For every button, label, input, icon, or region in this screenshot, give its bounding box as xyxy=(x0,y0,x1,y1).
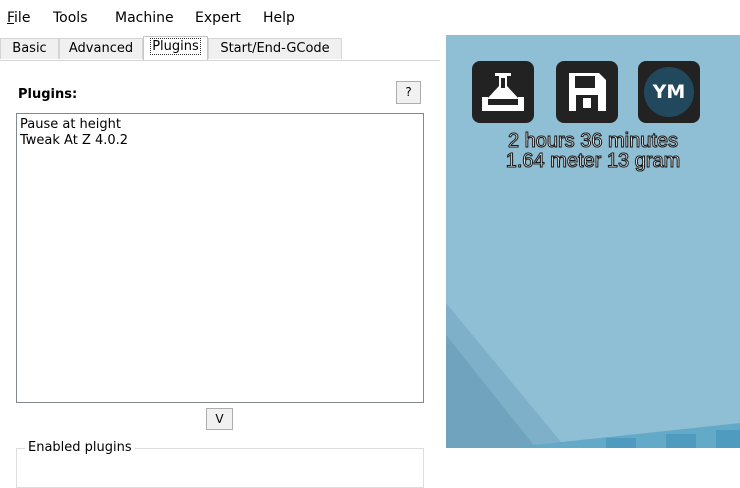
tab-basic[interactable]: Basic xyxy=(0,38,59,59)
menu-expert[interactable]: Expert xyxy=(195,9,241,27)
settings-tabbar: Basic Advanced Plugins Start/End-GCode xyxy=(0,35,446,60)
tab-start-end-gcode[interactable]: Start/End-GCode xyxy=(208,38,342,59)
menu-expert-label: Expert xyxy=(195,10,241,26)
menu-help-label: Help xyxy=(263,10,295,26)
load-model-button[interactable] xyxy=(472,61,534,123)
print-material-text: 1.64 meter 13 gram xyxy=(505,150,681,172)
youmagine-icon: YM xyxy=(644,67,694,117)
plugin-list-item[interactable]: Tweak At Z 4.0.2 xyxy=(20,133,420,149)
tab-start-end-gcode-label: Start/End-GCode xyxy=(220,41,330,56)
plugins-help-button[interactable]: ? xyxy=(396,81,421,104)
save-gcode-button[interactable] xyxy=(556,61,618,123)
tab-plugins[interactable]: Plugins xyxy=(143,36,208,60)
menu-tools[interactable]: Tools xyxy=(53,9,88,27)
load-model-icon xyxy=(482,73,524,111)
menu-bar: File Tools Machine Expert Help xyxy=(0,0,740,35)
tab-plugins-label: Plugins xyxy=(150,38,201,55)
enabled-plugins-group: Enabled plugins xyxy=(16,440,424,488)
youmagine-button[interactable]: YM xyxy=(638,61,700,123)
save-floppy-icon xyxy=(569,73,606,111)
print-time-text: 2 hours 36 minutes xyxy=(507,130,679,152)
menu-tools-label: Tools xyxy=(53,10,88,26)
menu-machine[interactable]: Machine xyxy=(115,9,174,27)
menu-machine-label: Machine xyxy=(115,10,174,26)
tab-basic-label: Basic xyxy=(12,41,47,56)
menu-file-label: ile xyxy=(14,10,31,26)
menu-help[interactable]: Help xyxy=(263,9,295,27)
add-plugin-button[interactable]: V xyxy=(206,408,233,430)
tab-advanced[interactable]: Advanced xyxy=(59,38,143,59)
plugins-title: Plugins: xyxy=(18,87,78,102)
tab-advanced-label: Advanced xyxy=(68,41,134,56)
menu-file-mnemonic: F xyxy=(7,10,15,26)
print-estimate: 2 hours 36 minutes 1.64 meter 13 gram xyxy=(446,130,740,172)
menu-file[interactable]: File xyxy=(7,9,30,27)
settings-panel: Basic Advanced Plugins Start/End-GCode P… xyxy=(0,35,446,488)
enabled-plugins-label: Enabled plugins xyxy=(25,440,135,456)
3d-viewport[interactable]: YM 2 hours 36 minutes 1.64 meter 13 gram xyxy=(446,35,740,448)
plugin-list-item[interactable]: Pause at height xyxy=(20,117,420,133)
plugin-list[interactable]: Pause at height Tweak At Z 4.0.2 xyxy=(16,113,424,403)
